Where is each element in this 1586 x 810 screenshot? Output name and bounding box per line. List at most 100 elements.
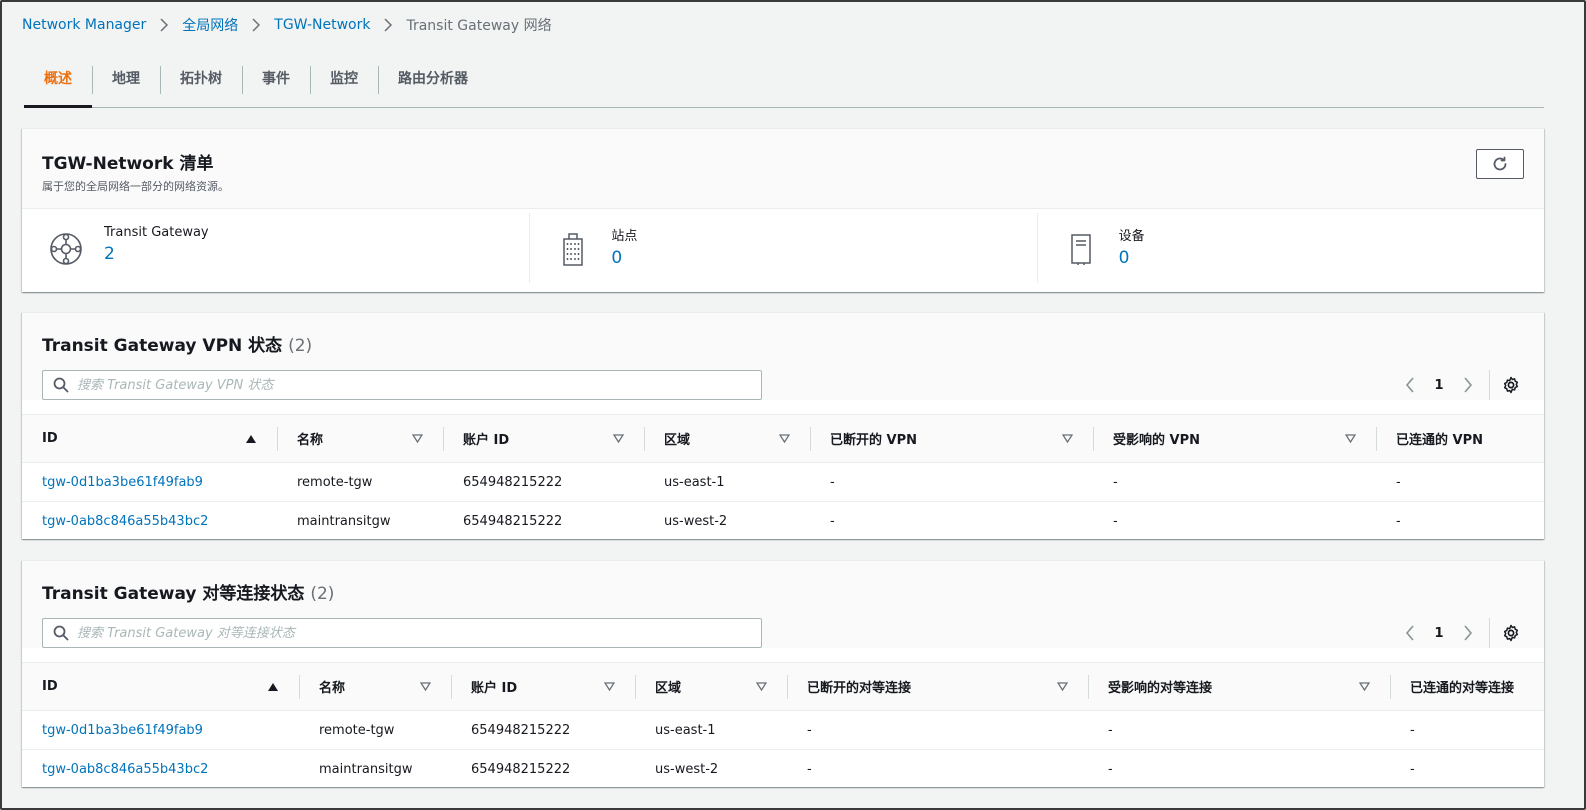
table-row: tgw-0ab8c846a55b43bc2 maintransitgw 6549… [22,750,1544,789]
stat-devices: 设备 0 [1036,209,1544,293]
column-header-disconnected-peering[interactable]: 已断开的对等连接 [787,662,1088,711]
stat-label: Transit Gateway [104,225,209,240]
prev-page-button[interactable] [1395,370,1425,400]
column-header-disconnected-vpn[interactable]: 已断开的 VPN [810,414,1093,463]
peering-pagination: 1 [1395,618,1524,648]
transit-gateway-icon [46,229,86,269]
column-header-region[interactable]: 区域 [644,414,810,463]
next-page-button[interactable] [1453,370,1483,400]
vpn-search-box[interactable] [42,370,762,400]
column-header-impacted-vpn[interactable]: 受影响的 VPN [1093,414,1376,463]
sort-icon [420,682,431,691]
sort-icon [613,434,624,443]
breadcrumb-current: Transit Gateway 网络 [406,18,552,34]
column-header-account-id[interactable]: 账户 ID [443,414,644,463]
table-header-row: ID 名称 账户 ID 区域 已断开的 VPN 受影响的 VPN 已连通的 VP… [22,414,1544,463]
stat-value-link[interactable]: 2 [104,244,209,264]
tab-route-analyzer[interactable]: 路由分析器 [378,62,488,107]
sort-icon [1062,434,1073,443]
column-label: 名称 [297,433,324,448]
breadcrumb-global-network[interactable]: 全局网络 [182,15,238,35]
tab-label: 监控 [330,70,358,87]
vpn-pagination: 1 [1395,370,1524,400]
column-label: 已连通的对等连接 [1410,681,1515,696]
tab-events[interactable]: 事件 [242,62,310,107]
tab-overview[interactable]: 概述 [24,62,92,108]
tab-monitoring[interactable]: 监控 [310,62,378,107]
peering-status-table: ID 名称 账户 ID 区域 已断开的对等连接 受影响的对等连接 已连通的对等连… [22,662,1544,789]
device-icon [1061,229,1101,269]
column-label: 区域 [664,433,691,448]
column-header-id[interactable]: ID [22,414,277,463]
table-row: tgw-0d1ba3be61f49fab9 remote-tgw 6549482… [22,710,1544,750]
peering-status-title: Transit Gateway 对等连接状态 (2) [42,579,1524,604]
cell-id: tgw-0d1ba3be61f49fab9 [22,710,299,750]
column-header-id[interactable]: ID [22,662,299,711]
stat-value-link[interactable]: 0 [611,248,637,268]
tab-topology-tree[interactable]: 拓扑树 [160,62,242,107]
sort-icon [756,682,767,691]
tab-geography[interactable]: 地理 [92,62,160,107]
vpn-status-count: (2) [288,336,313,356]
column-label: 区域 [655,681,682,696]
stat-transit-gateway: Transit Gateway 2 [22,209,529,293]
inventory-panel: TGW-Network 清单 属于您的全局网络一部分的网络资源。 Transit… [22,128,1544,292]
column-header-connected-vpn[interactable]: 已连通的 VPN [1376,414,1544,463]
peering-search-box[interactable] [42,618,762,648]
cell-id: tgw-0d1ba3be61f49fab9 [22,462,277,502]
cell-name: maintransitgw [297,513,391,529]
transit-gateway-link[interactable]: tgw-0d1ba3be61f49fab9 [42,723,203,738]
column-header-region[interactable]: 区域 [635,662,787,711]
chevron-right-icon [160,18,169,32]
peering-status-header: Transit Gateway 对等连接状态 (2) 1 [22,561,1544,648]
inventory-title: TGW-Network 清单 [42,154,214,174]
cell-id: tgw-0ab8c846a55b43bc2 [22,502,277,541]
column-header-connected-peering[interactable]: 已连通的对等连接 [1390,662,1544,711]
next-page-button[interactable] [1453,618,1483,648]
prev-page-button[interactable] [1395,618,1425,648]
column-header-impacted-peering[interactable]: 受影响的对等连接 [1088,662,1390,711]
cell-account-id: 654948215222 [463,513,563,529]
column-header-name[interactable]: 名称 [299,662,451,711]
page-number[interactable]: 1 [1425,378,1453,393]
tab-label: 地理 [112,70,140,87]
sort-icon [1057,682,1068,691]
peering-status-title-text: Transit Gateway 对等连接状态 [42,584,305,604]
tab-label: 拓扑树 [180,70,222,87]
preferences-button[interactable] [1498,618,1524,648]
column-header-name[interactable]: 名称 [277,414,443,463]
stat-sites: 站点 0 [529,209,1036,293]
column-header-account-id[interactable]: 账户 ID [451,662,635,711]
refresh-button[interactable] [1476,149,1524,179]
pager-divider [1489,370,1490,400]
building-icon [553,229,593,269]
cell-name: remote-tgw [299,710,451,750]
sort-icon [779,434,790,443]
vpn-status-header: Transit Gateway VPN 状态 (2) 1 [22,313,1544,400]
breadcrumb-network-manager[interactable]: Network Manager [22,17,146,33]
vpn-status-tools: 1 [42,370,1524,400]
page-number[interactable]: 1 [1425,626,1453,641]
preferences-button[interactable] [1498,370,1524,400]
cell-connected-peering: - [1390,710,1544,750]
cell-connected-peering: - [1410,761,1415,777]
chevron-left-icon [1405,377,1414,393]
breadcrumb-tgw-network[interactable]: TGW-Network [274,17,370,33]
column-label: ID [42,431,58,446]
transit-gateway-link[interactable]: tgw-0ab8c846a55b43bc2 [42,514,208,529]
peering-search-input[interactable] [77,625,761,641]
stat-value-link[interactable]: 0 [1119,248,1145,268]
vpn-search-input[interactable] [77,377,761,393]
column-label: 受影响的对等连接 [1108,681,1213,696]
peering-status-panel: Transit Gateway 对等连接状态 (2) 1 ID 名称 账户 ID… [22,560,1544,787]
column-label: 账户 ID [471,681,518,696]
transit-gateway-link[interactable]: tgw-0ab8c846a55b43bc2 [42,762,208,777]
transit-gateway-link[interactable]: tgw-0d1ba3be61f49fab9 [42,475,203,490]
table-row: tgw-0d1ba3be61f49fab9 remote-tgw 6549482… [22,462,1544,502]
stat-label: 设备 [1118,229,1145,244]
cell-account-id: 654948215222 [471,761,571,777]
tab-bar: 概述 地理 拓扑树 事件 监控 路由分析器 [24,62,1544,108]
refresh-icon [1493,156,1507,171]
chevron-left-icon [1405,625,1414,641]
sort-icon [412,434,423,443]
